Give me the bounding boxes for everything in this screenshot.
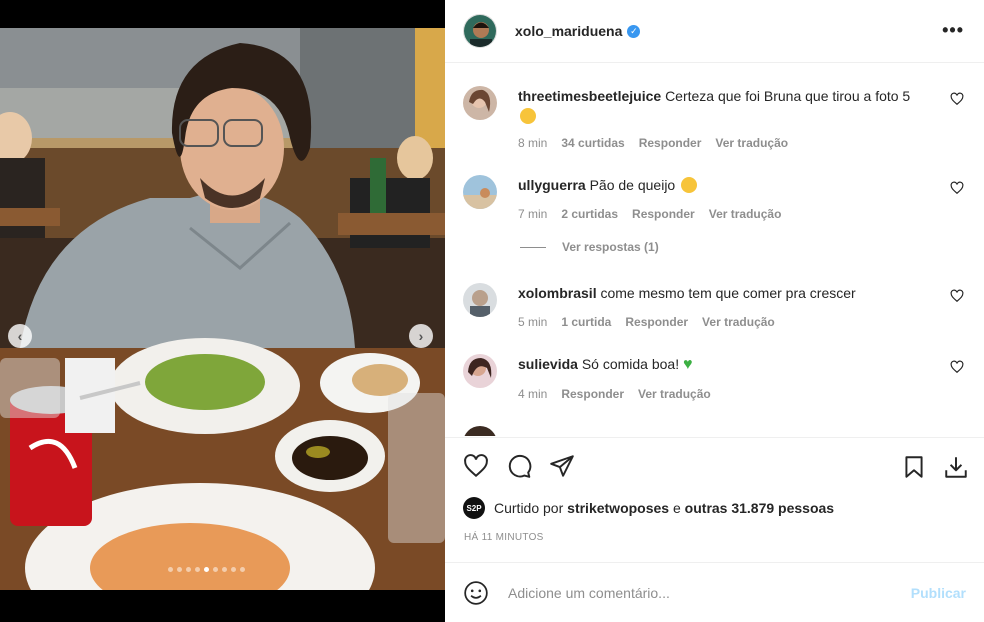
author-username[interactable]: xolo_mariduena — [515, 23, 622, 39]
reply-button[interactable]: Responder — [639, 133, 702, 153]
likes-prefix: Curtido por — [494, 500, 564, 516]
publish-button[interactable]: Publicar — [911, 585, 966, 601]
post-header: xolo_mariduena ✓ ••• — [445, 0, 984, 63]
actions-bar — [445, 437, 984, 494]
reply-button[interactable]: Responder — [632, 204, 695, 224]
comment-input[interactable] — [508, 584, 911, 601]
carousel-prev-button[interactable]: ‹ — [8, 324, 32, 348]
post-media: ‹ › — [0, 0, 445, 622]
heart-eyes-emoji — [681, 177, 698, 193]
carousel-dot — [231, 567, 236, 572]
verified-badge-icon: ✓ — [627, 24, 641, 38]
carousel-dot — [213, 567, 218, 572]
view-replies-label: Ver respostas (1) — [562, 240, 659, 254]
comment-username[interactable]: ullyguerra — [518, 177, 586, 193]
comments-list[interactable]: threetimesbeetlejuice Certeza que foi Br… — [445, 64, 984, 436]
commenter-avatar[interactable] — [463, 426, 497, 436]
comment-text: Pão de queijo — [589, 177, 676, 193]
likes-conjunction: e — [672, 500, 681, 516]
translate-button[interactable]: Ver tradução — [638, 384, 711, 404]
translate-button[interactable]: Ver tradução — [709, 204, 782, 224]
comment-time: 4 min — [518, 387, 548, 401]
carousel-indicator — [168, 567, 245, 572]
post-timestamp: HÁ 11 MINUTOS — [464, 532, 544, 543]
emoji-picker-icon[interactable] — [463, 580, 489, 606]
liker-username[interactable]: striketwoposes — [567, 500, 669, 516]
replies-divider — [520, 246, 546, 248]
liker-avatar[interactable]: S2P — [463, 497, 485, 519]
post-panel: xolo_mariduena ✓ ••• threetimesbeetlejui… — [445, 0, 984, 622]
likes-others[interactable]: outras 31.879 pessoas — [685, 500, 834, 516]
comment-text: Só comida boa! — [581, 356, 680, 372]
comment-likes[interactable]: 34 curtidas — [561, 133, 624, 153]
comment-username[interactable]: sulievida — [518, 356, 578, 372]
translate-button[interactable]: Ver tradução — [715, 133, 788, 153]
comment-likes[interactable]: 1 curtida — [561, 312, 611, 332]
more-options-icon[interactable]: ••• — [942, 20, 964, 41]
carousel-dot — [177, 567, 182, 572]
like-comment-heart-icon[interactable] — [950, 360, 964, 374]
chevron-left-icon: ‹ — [17, 328, 23, 344]
carousel-dot — [222, 567, 227, 572]
reply-button[interactable]: Responder — [625, 312, 688, 332]
comment-username[interactable]: threetimesbeetlejuice — [518, 88, 661, 104]
author-avatar[interactable] — [463, 14, 497, 48]
commenter-avatar[interactable] — [463, 175, 497, 209]
likes-summary: S2P Curtido por striketwoposes e outras … — [463, 497, 834, 519]
comment-likes[interactable]: 2 curtidas — [561, 204, 618, 224]
like-comment-heart-icon[interactable] — [950, 181, 964, 195]
comment-username[interactable]: xolombrasil — [518, 285, 597, 301]
bookmark-icon[interactable] — [901, 454, 927, 480]
carousel-dot — [168, 567, 173, 572]
reply-button[interactable]: Responder — [561, 384, 624, 404]
comment-text: Certeza que foi Bruna que tirou a foto 5 — [665, 88, 911, 104]
add-comment-bar: Publicar — [445, 562, 984, 622]
like-comment-heart-icon[interactable] — [950, 92, 964, 106]
carousel-dot — [204, 567, 209, 572]
like-comment-heart-icon[interactable] — [950, 289, 964, 303]
carousel-dot — [195, 567, 200, 572]
view-replies-button[interactable]: Ver respostas (1) — [520, 240, 659, 254]
download-icon[interactable] — [943, 454, 969, 480]
comment-time: 5 min — [518, 315, 548, 329]
chevron-right-icon: › — [418, 328, 424, 344]
carousel-dot — [240, 567, 245, 572]
post-photo[interactable]: ‹ › — [0, 28, 445, 590]
commenter-avatar[interactable] — [463, 354, 497, 388]
commenter-avatar[interactable] — [463, 283, 497, 317]
comment-bubble-icon[interactable] — [506, 453, 532, 479]
comment-time: 7 min — [518, 207, 548, 221]
translate-button[interactable]: Ver tradução — [702, 312, 775, 332]
grinning-face-emoji — [520, 108, 536, 124]
carousel-next-button[interactable]: › — [409, 324, 433, 348]
green-heart-emoji: ♥ — [683, 356, 693, 373]
commenter-avatar[interactable] — [463, 86, 497, 120]
carousel-dot — [186, 567, 191, 572]
comment-text: come mesmo tem que comer pra crescer — [600, 285, 856, 301]
like-heart-icon[interactable] — [463, 453, 489, 479]
share-paper-plane-icon[interactable] — [549, 453, 575, 479]
comment-time: 8 min — [518, 136, 548, 150]
